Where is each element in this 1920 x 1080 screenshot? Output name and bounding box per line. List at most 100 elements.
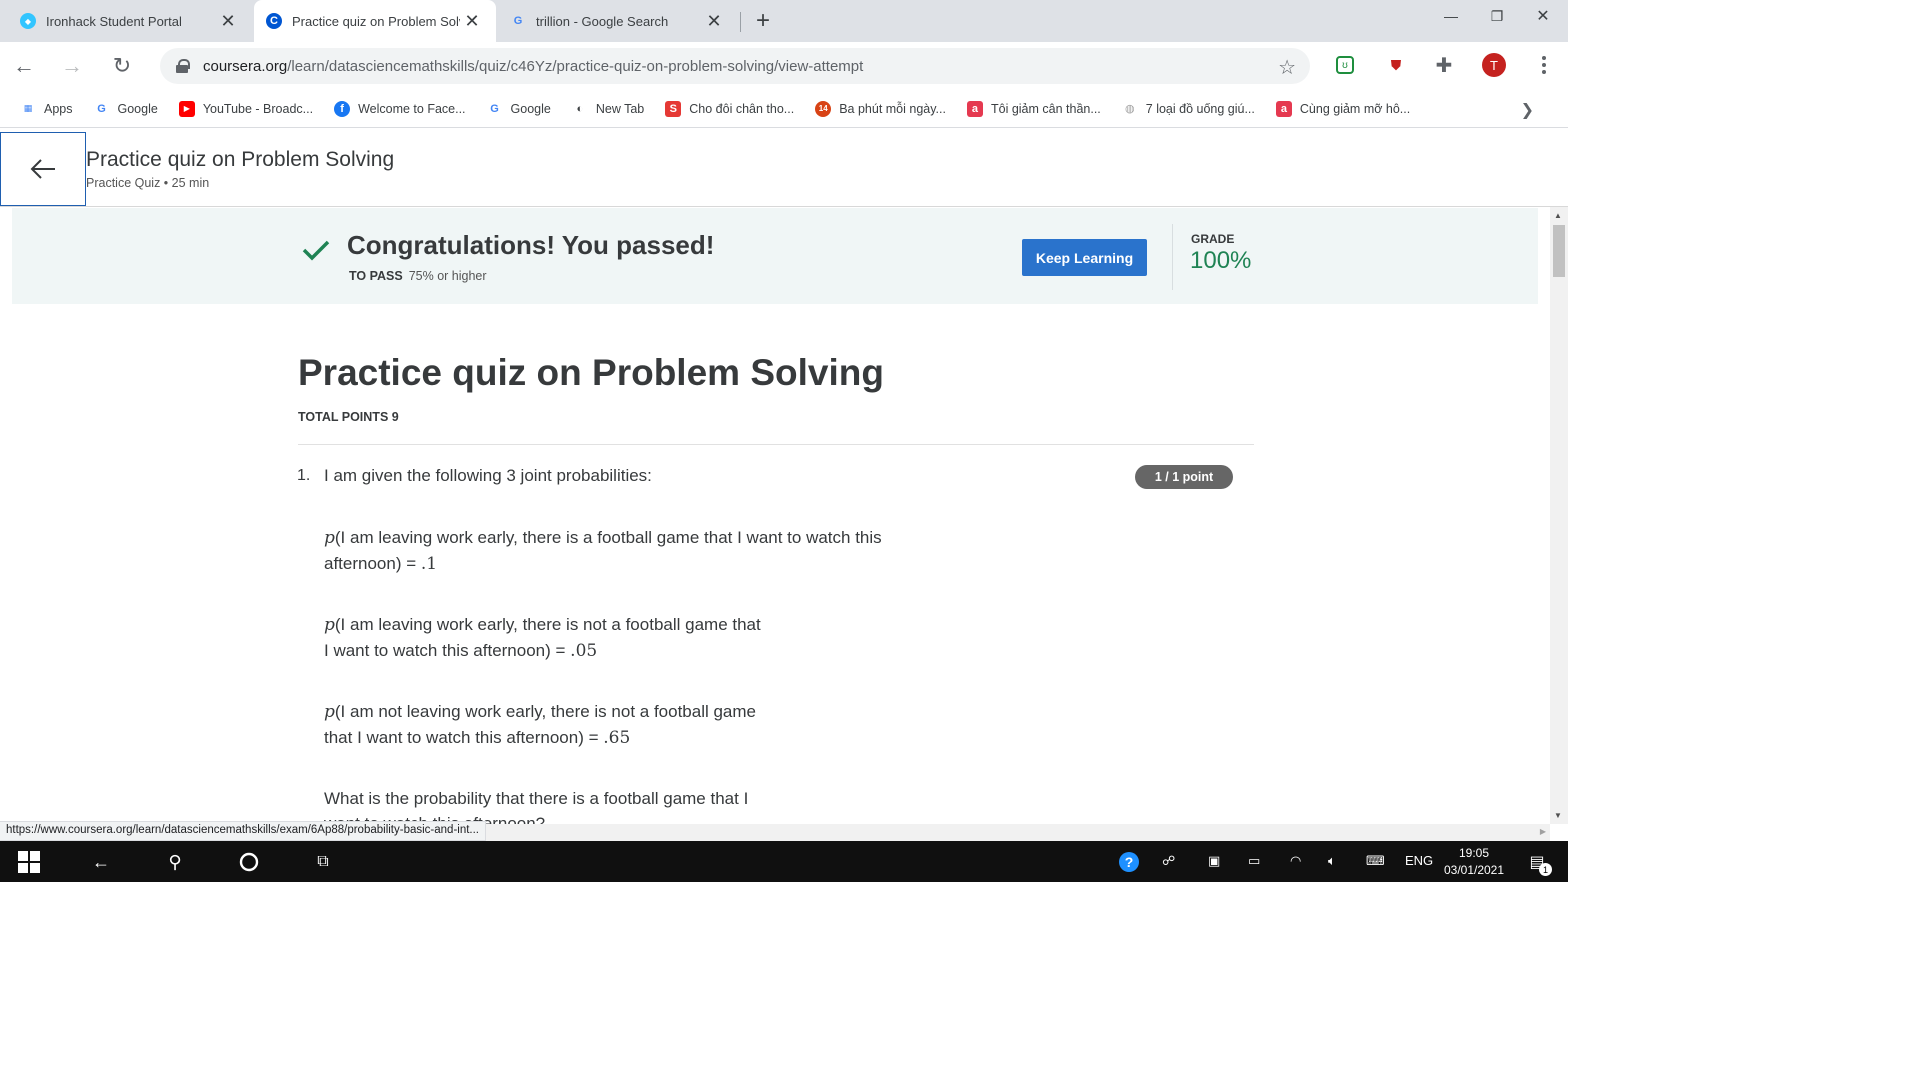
tab-google-search[interactable]: G trillion - Google Search ✕: [498, 0, 738, 42]
bookmark-new-tab[interactable]: ◐ New Tab: [572, 101, 645, 117]
search-icon[interactable]: ⚲: [162, 849, 188, 875]
tab-title: trillion - Google Search: [536, 13, 669, 29]
probability-value: .65: [603, 728, 631, 748]
scroll-right-icon[interactable]: ▶: [1540, 827, 1546, 836]
forward-arrow-icon[interactable]: →: [58, 52, 86, 80]
bookmark-a[interactable]: a Cùng giảm mỡ hô...: [1275, 100, 1410, 117]
bookmark-star-icon[interactable]: ☆: [1278, 55, 1296, 80]
bookmark-facebook[interactable]: f Welcome to Face...: [334, 100, 466, 117]
battery-icon[interactable]: ▭: [1248, 853, 1260, 869]
to-pass-value: 75% or higher: [408, 269, 487, 283]
total-points: TOTAL POINTS 9: [298, 410, 399, 424]
tab-ironhack[interactable]: ◆ Ironhack Student Portal ✕: [0, 0, 252, 42]
google-icon: G: [490, 102, 499, 115]
bookmark-youtube[interactable]: ▶ YouTube - Broadc...: [178, 100, 313, 117]
volume-icon[interactable]: 🔈︎: [1328, 853, 1336, 869]
probability-statement: p(I am not leaving work early, there is …: [324, 702, 757, 748]
address-bar[interactable]: coursera.org/learn/datasciencemathskills…: [160, 48, 1310, 84]
window-close-button[interactable]: ✕: [1520, 0, 1566, 32]
course-header: Practice quiz on Problem Solving Practic…: [0, 132, 1568, 207]
language-indicator[interactable]: ENG: [1405, 853, 1433, 868]
clock[interactable]: 19:05 03/01/2021: [1440, 845, 1508, 879]
grade-label: GRADE: [1191, 232, 1235, 246]
bookmark-apps[interactable]: ▦ Apps: [20, 101, 73, 117]
bookmark-google[interactable]: G Google: [94, 101, 158, 117]
bookmarks-bar: ▦ Apps G Google ▶ YouTube - Broadc... f Welc…: [0, 90, 1568, 128]
chevron-right-icon[interactable]: ❯: [1521, 100, 1534, 120]
back-button[interactable]: [0, 132, 86, 206]
menu-dots-icon[interactable]: [1534, 53, 1554, 77]
profile-avatar[interactable]: T: [1482, 53, 1506, 77]
new-tab-button[interactable]: +: [750, 7, 776, 34]
arrow-left-icon: [30, 159, 55, 179]
bookmark-a[interactable]: a Tôi giảm cân thần...: [966, 100, 1101, 117]
apps-grid-icon: ▦: [23, 103, 33, 113]
bookmark-globe[interactable]: ◍ 7 loại đồ uống giú...: [1122, 101, 1255, 117]
wifi-icon[interactable]: ◠: [1290, 853, 1301, 869]
notification-count: 1: [1539, 863, 1552, 876]
browser-tab-strip: ◆ Ironhack Student Portal ✕ C Practice q…: [0, 0, 1568, 42]
close-tab-icon[interactable]: ✕: [218, 11, 238, 31]
probability-value: .05: [570, 641, 598, 661]
scroll-up-icon[interactable]: ▲: [1554, 211, 1562, 220]
minimize-button[interactable]: —: [1428, 0, 1474, 32]
question-number: 1.: [297, 467, 311, 484]
pass-message: Congratulations! You passed!: [347, 230, 715, 260]
close-tab-icon[interactable]: ✕: [704, 11, 724, 31]
lock-icon: [176, 59, 190, 73]
checkmark-icon: [302, 240, 330, 261]
a-icon: a: [1275, 100, 1292, 117]
clock-time: 19:05: [1458, 846, 1490, 860]
url-domain: coursera.org: [203, 57, 288, 75]
google-icon: G: [97, 102, 106, 115]
cortana-icon[interactable]: [236, 849, 262, 875]
help-icon[interactable]: ?: [1116, 849, 1142, 875]
youtube-icon: ▶: [178, 100, 195, 117]
coursera-icon: C: [266, 13, 282, 29]
tab-title: Practice quiz on Problem Solvi: [292, 13, 460, 29]
new-tab-icon: ◐: [576, 102, 584, 115]
bookmark-s[interactable]: S Cho đôi chân tho...: [665, 100, 794, 117]
extensions-puzzle-icon[interactable]: ✚: [1433, 54, 1455, 77]
windows-taskbar: ← ⚲ ⧉ ? ☍ ▣ ▭ ◠ 🔈︎ ⌨ ENG 19:05 03/01/202…: [0, 841, 1568, 882]
browser-toolbar: ← → ↻ coursera.org/learn/datasciencemath…: [0, 42, 1568, 90]
mcafee-icon[interactable]: ⛊: [1385, 54, 1407, 76]
tab-coursera-quiz[interactable]: C Practice quiz on Problem Solvi ✕: [254, 0, 496, 42]
keep-learning-button[interactable]: Keep Learning: [1022, 239, 1147, 276]
windows-start-icon[interactable]: [16, 849, 42, 875]
bookmark-google[interactable]: G Google: [487, 101, 551, 117]
grade-value: 100%: [1190, 247, 1252, 274]
close-tab-icon[interactable]: ✕: [462, 11, 482, 31]
probability-statement: p(I am leaving work early, there is a fo…: [324, 528, 882, 574]
scrollbar-thumb[interactable]: [1553, 225, 1565, 277]
reload-icon[interactable]: ↻: [108, 52, 136, 80]
task-view-icon[interactable]: ⧉: [310, 849, 336, 875]
keyboard-icon[interactable]: ⌨: [1366, 853, 1385, 869]
divider: [1172, 224, 1173, 290]
pass-threshold: TO PASS 75% or higher: [349, 269, 487, 283]
vertical-scrollbar[interactable]: ▲ ▼: [1550, 207, 1568, 824]
divider: [298, 444, 1254, 445]
quiz-title: Practice quiz on Problem Solving: [298, 352, 884, 393]
prob-symbol: p: [324, 528, 335, 548]
tab-title: Ironhack Student Portal: [46, 13, 182, 29]
extension-shield-icon[interactable]: ʊ: [1336, 56, 1354, 74]
tab-separator: [740, 12, 741, 32]
scroll-down-icon[interactable]: ▼: [1554, 811, 1562, 820]
restore-button[interactable]: ❐: [1474, 0, 1520, 32]
back-arrow-icon[interactable]: ←: [10, 52, 38, 80]
bookmark-14[interactable]: 14 Ba phút mỗi ngày...: [815, 100, 946, 117]
people-icon[interactable]: ☍: [1162, 853, 1175, 869]
probability-value: .1: [420, 554, 438, 574]
page-title: Practice quiz on Problem Solving: [86, 148, 395, 171]
notifications-icon[interactable]: ▤ 1: [1524, 849, 1552, 876]
clock-date: 03/01/2021: [1443, 863, 1505, 877]
google-icon: G: [513, 15, 523, 27]
ironhack-icon: ◆: [20, 13, 36, 29]
points-badge: 1 / 1 point: [1135, 465, 1233, 489]
prob-symbol: p: [324, 702, 335, 722]
to-pass-label: TO PASS: [349, 269, 403, 283]
device-icon[interactable]: ▣: [1208, 853, 1220, 869]
back-arrow-icon[interactable]: ←: [88, 849, 114, 875]
14-icon: 14: [815, 100, 832, 117]
